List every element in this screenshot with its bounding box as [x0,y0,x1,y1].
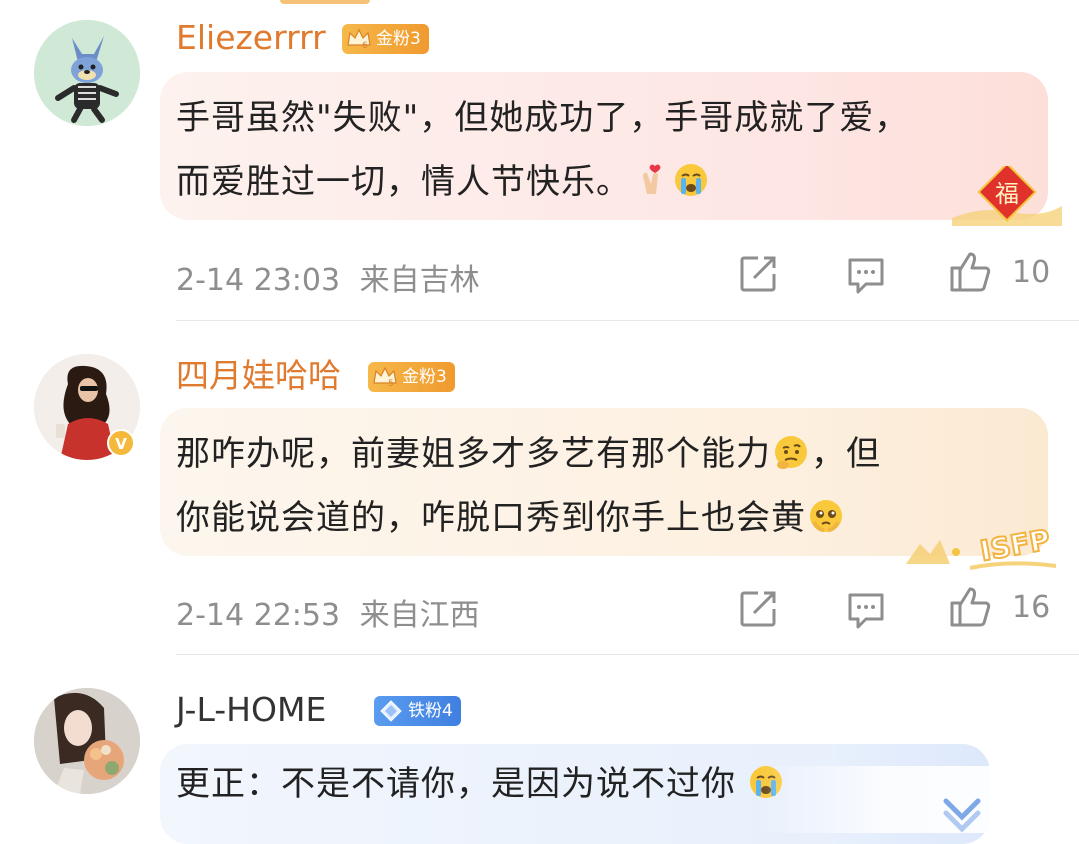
svg-text:ISFP: ISFP [978,523,1053,568]
heart-fingers-emoji-icon [643,164,661,194]
comment-meta: 2-14 23:03 来自吉林 [176,255,480,299]
like-icon[interactable] [948,250,992,294]
crown-icon: 6 [347,28,371,51]
fan-badge[interactable]: 6 金粉3 [342,24,429,54]
isfp-decoration-icon: ISFP [906,522,1057,570]
fu-decoration-icon: 福 [952,166,1062,226]
badge-label: 铁粉4 [408,701,453,721]
location: 来自吉林 [359,263,480,298]
comment-item: V 四月娃哈哈 5 金粉3 那咋办呢，前妻姐多才多艺有那个能力 ，但 你能说会道的… [0,322,1079,656]
avatar[interactable] [34,20,140,126]
svg-text:福: 福 [995,180,1019,208]
comment-icon[interactable] [844,252,888,296]
comment-bubble[interactable]: 那咋办呢，前妻姐多才多艺有那个能力 ，但 你能说会道的，咋脱口秀到你手上也会黄 I… [160,408,1057,570]
comment-bubble[interactable]: 手哥虽然"失败"，但她成功了，手哥成就了爱， 而爱胜过一切，情人节快乐。 福 [160,72,1062,226]
comment-icon[interactable] [844,587,888,631]
location: 来自江西 [359,598,480,633]
comment-text: 手哥虽然"失败"，但她成功了，手哥成就了爱， 而爱胜过一切，情人节快乐。 [176,98,910,202]
svg-text:5: 5 [388,379,394,389]
pleading-face-emoji-icon [810,500,842,532]
verified-badge-icon: V [107,429,135,457]
like-icon[interactable] [948,585,992,629]
share-icon[interactable] [736,587,780,631]
text-fade-overlay [760,766,1079,833]
crown-icon: 5 [373,366,397,389]
like-count: 10 [1012,255,1051,290]
comment-item: J-L-HOME 铁粉4 更正：不是不请你，是因为说不过你 [0,656,1079,844]
divider [176,320,1079,321]
woman-flowers-avatar-icon [34,688,140,794]
fan-badge[interactable]: 5 金粉3 [368,362,455,392]
badge-label: 金粉3 [376,29,421,49]
timestamp: 2-14 22:53 [176,598,341,633]
expand-chevron-icon[interactable] [932,793,992,833]
divider [176,654,1079,655]
avatar[interactable] [34,688,140,794]
svg-text:6: 6 [362,41,368,51]
username[interactable]: Eliezerrrr [176,18,326,58]
share-icon[interactable] [736,252,780,296]
timestamp: 2-14 23:03 [176,263,341,298]
comment-item: Eliezerrrr 6 金粉3 手哥虽然"失败"，但她成功了，手哥成就了爱， … [0,0,1079,322]
username[interactable]: J-L-HOME [176,690,326,730]
fan-badge[interactable]: 铁粉4 [374,696,461,726]
comment-meta: 2-14 22:53 来自江西 [176,590,480,634]
badge-label: 金粉3 [402,367,447,387]
thinking-face-emoji-icon [775,436,807,469]
like-count: 16 [1012,590,1051,625]
diamond-icon [380,700,402,722]
svg-text:V: V [115,435,127,453]
bluey-avatar-icon [34,20,140,126]
crying-face-emoji-icon [675,164,707,196]
username[interactable]: 四月娃哈哈 [176,356,341,396]
